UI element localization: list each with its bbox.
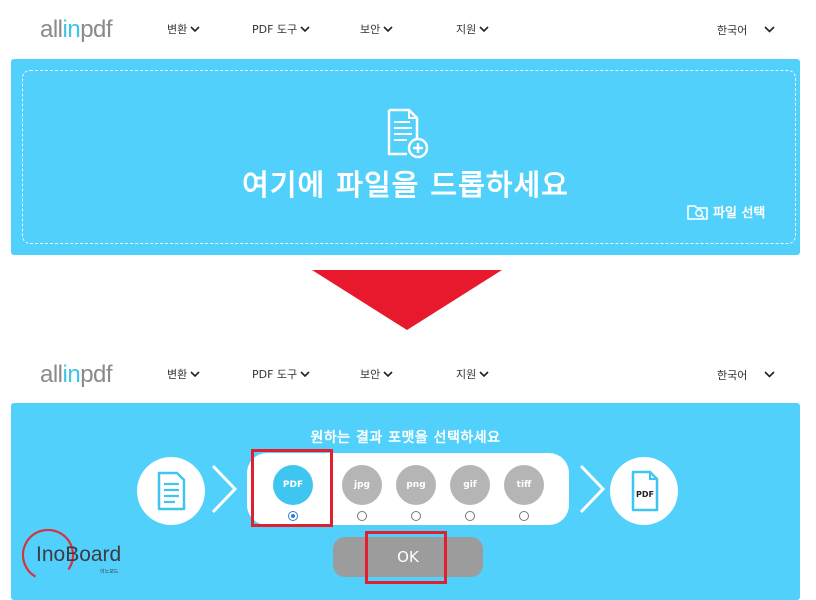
nav-support[interactable]: 지원 bbox=[456, 366, 489, 382]
upload-panel: 여기에 파일을 드롭하세요 파일 선택 bbox=[11, 59, 800, 255]
nav-pdf-tools-label: PDF 도구 bbox=[252, 368, 298, 381]
format-radio-tiff[interactable] bbox=[519, 511, 529, 521]
result-pdf-badge: PDF bbox=[610, 457, 678, 525]
chevron-right-icon bbox=[579, 464, 606, 514]
chevron-down-icon bbox=[190, 26, 200, 33]
watermark-brand: InoBoard bbox=[36, 543, 121, 566]
chevron-down-icon bbox=[300, 26, 310, 33]
nav-support[interactable]: 지원 bbox=[456, 21, 489, 37]
chevron-right-icon bbox=[211, 464, 238, 514]
nav-support-label: 지원 bbox=[456, 23, 477, 36]
logo-text-suffix: pdf bbox=[80, 16, 113, 43]
top-header: allinpdf 변환 PDF 도구 보안 지원 한국어 bbox=[0, 0, 816, 58]
nav-security[interactable]: 보안 bbox=[360, 366, 393, 382]
nav-security[interactable]: 보안 bbox=[360, 21, 393, 37]
format-option-tiff[interactable]: tiff bbox=[504, 465, 544, 505]
logo-text-prefix: all bbox=[40, 361, 63, 388]
language-selector[interactable]: 한국어 bbox=[717, 22, 747, 38]
chevron-down-icon bbox=[190, 371, 200, 378]
allinpdf-logo[interactable]: allinpdf bbox=[40, 361, 113, 389]
format-panel-title: 원하는 결과 포맷을 선택하세요 bbox=[310, 430, 501, 446]
chevron-down-icon[interactable] bbox=[764, 25, 775, 33]
source-document-badge bbox=[137, 457, 205, 525]
nav-support-label: 지원 bbox=[456, 368, 477, 381]
logo-text-prefix: all bbox=[40, 16, 63, 43]
nav-convert-label: 변환 bbox=[167, 368, 188, 381]
down-arrow-icon bbox=[312, 270, 502, 330]
logo-text-suffix: pdf bbox=[80, 361, 113, 388]
chevron-down-icon bbox=[300, 371, 310, 378]
nav-security-label: 보안 bbox=[360, 368, 381, 381]
format-option-jpg[interactable]: jpg bbox=[342, 465, 382, 505]
language-selector[interactable]: 한국어 bbox=[717, 367, 747, 383]
nav-pdf-tools[interactable]: PDF 도구 bbox=[252, 21, 310, 37]
result-pdf-label: PDF bbox=[636, 490, 654, 499]
chevron-down-icon bbox=[383, 371, 393, 378]
chevron-down-icon[interactable] bbox=[764, 370, 775, 378]
format-radio-gif[interactable] bbox=[465, 511, 475, 521]
file-add-icon bbox=[387, 108, 429, 159]
ok-button-highlight bbox=[365, 531, 447, 584]
allinpdf-logo[interactable]: allinpdf bbox=[40, 16, 113, 44]
nav-convert[interactable]: 변환 bbox=[167, 366, 200, 382]
choose-file-label: 파일 선택 bbox=[713, 206, 766, 221]
inoboard-watermark: InoBoard 이노보드 bbox=[22, 528, 121, 582]
nav-security-label: 보안 bbox=[360, 23, 381, 36]
drop-files-message: 여기에 파일을 드롭하세요 bbox=[242, 168, 569, 202]
format-option-png[interactable]: png bbox=[396, 465, 436, 505]
choose-file-button[interactable]: 파일 선택 bbox=[687, 202, 765, 221]
logo-text-accent: in bbox=[62, 16, 81, 43]
nav-convert[interactable]: 변환 bbox=[167, 21, 200, 37]
nav-convert-label: 변환 bbox=[167, 23, 188, 36]
folder-search-icon bbox=[687, 204, 708, 220]
nav-pdf-tools[interactable]: PDF 도구 bbox=[252, 366, 310, 382]
format-radio-jpg[interactable] bbox=[357, 511, 367, 521]
chevron-down-icon bbox=[383, 26, 393, 33]
pdf-option-highlight bbox=[251, 449, 333, 527]
nav-pdf-tools-label: PDF 도구 bbox=[252, 23, 298, 36]
pdf-file-icon: PDF bbox=[631, 470, 659, 512]
format-radio-png[interactable] bbox=[411, 511, 421, 521]
second-header: allinpdf 변환 PDF 도구 보안 지원 한국어 bbox=[0, 345, 816, 403]
chevron-down-icon bbox=[479, 371, 489, 378]
document-icon bbox=[157, 471, 186, 511]
watermark-sub: 이노보드 bbox=[100, 568, 119, 575]
logo-text-accent: in bbox=[62, 361, 81, 388]
format-option-gif[interactable]: gif bbox=[450, 465, 490, 505]
chevron-down-icon bbox=[479, 26, 489, 33]
